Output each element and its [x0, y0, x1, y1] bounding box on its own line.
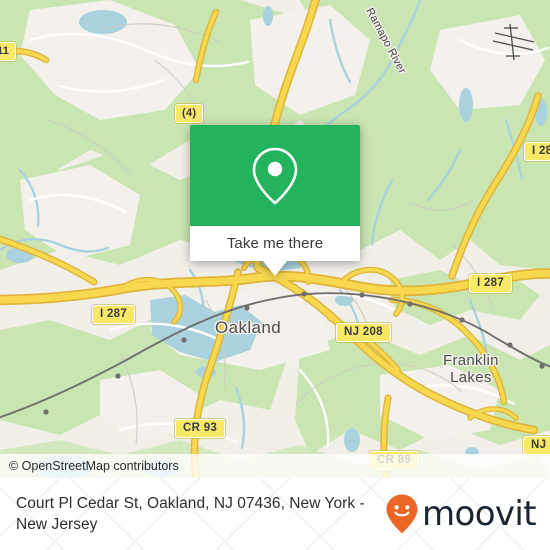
- moovit-wordmark: moovit: [421, 494, 537, 534]
- location-popup-header: [190, 125, 360, 226]
- osm-attribution-text[interactable]: © OpenStreetMap contributors: [0, 459, 179, 473]
- map-screenshot: Oakland Franklin Lakes Ramapo River 11 (…: [0, 0, 550, 550]
- road-shield-nj208-east[interactable]: NJ 20: [523, 436, 550, 455]
- popup-pointer-tail: [263, 261, 287, 276]
- moovit-pin-icon: [386, 494, 418, 534]
- location-popup-card[interactable]: Take me there: [190, 125, 360, 276]
- road-shield-cr93[interactable]: CR 93: [175, 419, 226, 438]
- road-shield-cr-511[interactable]: 11: [0, 42, 17, 61]
- road-shield-route-4[interactable]: (4): [175, 104, 204, 123]
- footer-bar: Court Pl Cedar St, Oakland, NJ 07436, Ne…: [0, 478, 550, 550]
- road-shield-i287-west[interactable]: I 287: [92, 305, 136, 324]
- moovit-logo[interactable]: moovit: [385, 493, 537, 535]
- address-text: Court Pl Cedar St, Oakland, NJ 07436, Ne…: [16, 495, 365, 533]
- location-popup-body: Take me there: [190, 125, 360, 261]
- road-shield-i287-east[interactable]: I 287: [469, 274, 513, 293]
- footer-content-row: Court Pl Cedar St, Oakland, NJ 07436, Ne…: [0, 478, 550, 550]
- take-me-there-button[interactable]: Take me there: [190, 226, 360, 261]
- osm-attribution-bar: © OpenStreetMap contributors: [0, 454, 550, 478]
- road-shield-i287-east-top[interactable]: I 28: [524, 142, 550, 161]
- road-shield-nj208[interactable]: NJ 208: [336, 323, 391, 342]
- map-pin-icon: [252, 147, 298, 204]
